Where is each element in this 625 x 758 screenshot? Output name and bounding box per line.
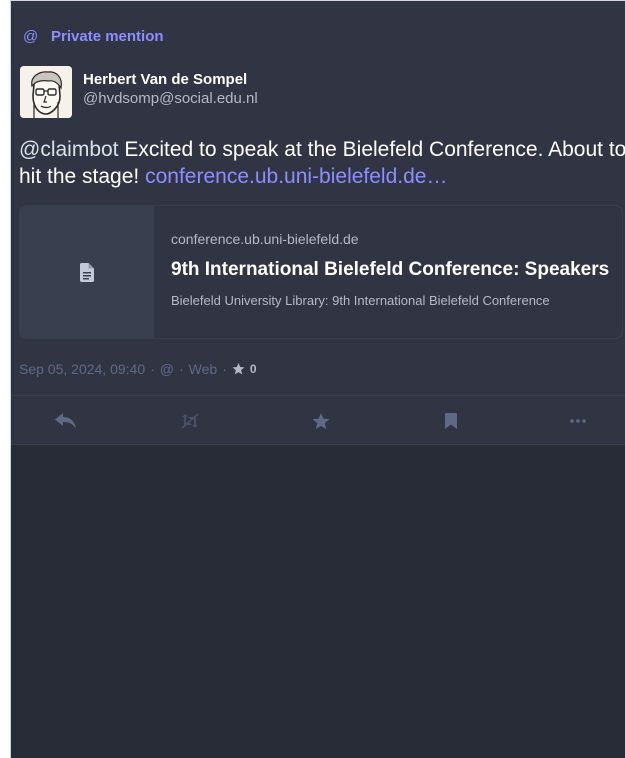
- boost-disabled-icon: [181, 413, 199, 429]
- bookmark-button[interactable]: [438, 408, 464, 434]
- display-name[interactable]: Herbert Van de Sompel: [83, 71, 258, 89]
- content-link[interactable]: conference.ub.uni-bielefeld.de…: [145, 165, 447, 188]
- mention-link[interactable]: @claimbot: [19, 138, 119, 161]
- status-meta: Sep 05, 2024, 09:40 · @ · Web · 0: [19, 360, 257, 378]
- card-host: conference.ub.uni-bielefeld.de: [171, 231, 359, 247]
- author-names: Herbert Van de Sompel @hvdsomp@social.ed…: [83, 66, 258, 120]
- card-thumbnail: [20, 206, 154, 338]
- avatar[interactable]: [20, 66, 72, 118]
- favourites-count-value: 0: [249, 362, 257, 376]
- status-author[interactable]: Herbert Van de Sompel @hvdsomp@social.ed…: [20, 66, 258, 120]
- app-frame: @ Private mention Herbert Van de Sompel …: [10, 0, 625, 758]
- star-icon: [312, 412, 330, 429]
- card-body: conference.ub.uni-bielefeld.de 9th Inter…: [154, 206, 622, 338]
- reply-button[interactable]: [53, 408, 79, 434]
- meta-separator: ·: [150, 361, 155, 377]
- private-mention-label: Private mention: [51, 27, 164, 45]
- favourite-button[interactable]: [308, 408, 334, 434]
- boost-button: [177, 408, 203, 434]
- meta-separator: ·: [179, 361, 184, 377]
- link-preview-card[interactable]: conference.ub.uni-bielefeld.de 9th Inter…: [19, 205, 623, 339]
- star-icon: [232, 363, 245, 375]
- action-bar: [11, 395, 625, 445]
- application-name: Web: [188, 361, 218, 377]
- status-timestamp[interactable]: Sep 05, 2024, 09:40: [19, 361, 145, 377]
- reply-icon: [55, 413, 76, 429]
- bookmark-icon: [445, 413, 457, 429]
- file-icon: [80, 262, 94, 282]
- at-icon: @: [23, 27, 39, 45]
- ellipsis-icon: [570, 419, 586, 423]
- private-mention-indicator: @ Private mention: [23, 26, 164, 46]
- account-handle[interactable]: @hvdsomp@social.edu.nl: [83, 89, 258, 109]
- avatar-image: [20, 66, 72, 118]
- visibility-icon: @: [159, 361, 174, 377]
- status-content: @claimbot Excited to speak at the Bielef…: [19, 136, 625, 190]
- status-detail: @ Private mention Herbert Van de Sompel …: [11, 1, 625, 445]
- favourites-count[interactable]: 0: [232, 362, 257, 376]
- card-description: Bielefeld University Library: 9th Intern…: [171, 293, 550, 308]
- more-options-button[interactable]: [565, 408, 591, 434]
- card-title: 9th International Bielefeld Conference: …: [171, 259, 610, 280]
- meta-separator: ·: [222, 361, 227, 377]
